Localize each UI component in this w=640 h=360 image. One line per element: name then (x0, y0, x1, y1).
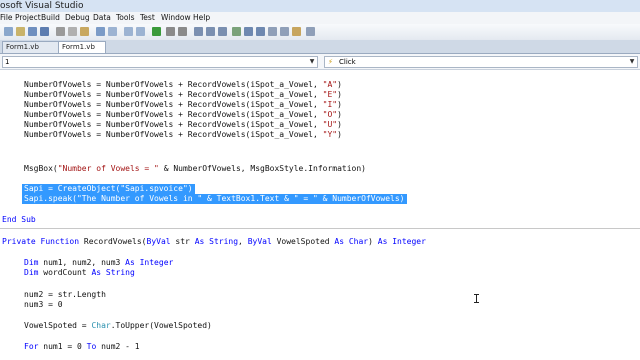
menu-build[interactable]: Build (41, 12, 60, 24)
selected-code-line: Sapi = CreateObject("Sapi.spvoice") (22, 184, 195, 194)
step-out-icon[interactable] (218, 27, 227, 36)
tab-form1-design[interactable]: Form1.vb [Design] (2, 41, 63, 62)
event-dropdown-value: Click (339, 58, 356, 66)
code-editor[interactable]: NumberOfVowels = NumberOfVowels + Record… (0, 70, 640, 360)
menu-file[interactable]: File (0, 12, 13, 24)
undo-icon[interactable] (96, 27, 105, 36)
code-line: num2 = str.Length (24, 290, 106, 299)
menu-bar: File Project Build Debug Data Tools Test… (0, 12, 640, 24)
code-line: End Sub (2, 215, 36, 224)
tab-form1-code[interactable]: Form1.vb (58, 41, 106, 53)
selected-code-line: Sapi.speak("The Number of Vowels in " & … (22, 194, 407, 204)
toolbar (0, 24, 640, 41)
object-browser-icon[interactable] (268, 27, 277, 36)
code-navigation-bar: 1 ▼ ⚡ Click ▼ (0, 54, 640, 70)
code-line: NumberOfVowels = NumberOfVowels + Record… (24, 80, 342, 89)
code-line: Private Function RecordVowels(ByVal str … (2, 237, 426, 246)
chevron-down-icon: ▼ (309, 58, 315, 65)
procedure-separator (0, 228, 640, 229)
toolbox-icon[interactable] (280, 27, 289, 36)
menu-window[interactable]: Window (161, 12, 191, 24)
start-debug-icon[interactable] (152, 27, 161, 36)
find-icon[interactable] (232, 27, 241, 36)
code-line: VowelSpoted = Char.ToUpper(VowelSpoted) (24, 321, 212, 330)
menu-data[interactable]: Data (93, 12, 111, 24)
solution-explorer-icon[interactable] (244, 27, 253, 36)
code-line: NumberOfVowels = NumberOfVowels + Record… (24, 110, 342, 119)
menu-test[interactable]: Test (140, 12, 155, 24)
code-line: NumberOfVowels = NumberOfVowels + Record… (24, 100, 342, 109)
code-line: Dim wordCount As String (24, 268, 135, 277)
step-over-icon[interactable] (206, 27, 215, 36)
text-cursor-icon (474, 294, 479, 303)
properties-icon[interactable] (256, 27, 265, 36)
navigate-forward-icon[interactable] (136, 27, 145, 36)
code-line: num3 = 0 (24, 300, 63, 309)
code-line: For num1 = 0 To num2 - 1 (24, 342, 140, 351)
menu-help[interactable]: Help (193, 12, 210, 24)
menu-tools[interactable]: Tools (116, 12, 134, 24)
cut-icon[interactable] (56, 27, 65, 36)
code-line: NumberOfVowels = NumberOfVowels + Record… (24, 130, 342, 139)
save-all-icon[interactable] (40, 27, 49, 36)
toolbar-options-icon[interactable] (306, 27, 315, 36)
save-icon[interactable] (28, 27, 37, 36)
navigate-back-icon[interactable] (124, 27, 133, 36)
code-line: NumberOfVowels = NumberOfVowels + Record… (24, 120, 342, 129)
object-dropdown-value: 1 (5, 58, 10, 66)
lightning-icon: ⚡ (328, 58, 333, 66)
code-line: MsgBox("Number of Vowels = " & NumberOfV… (24, 164, 366, 173)
code-line: Dim num1, num2, num3 As Integer (24, 258, 174, 267)
menu-debug[interactable]: Debug (65, 12, 90, 24)
pause-icon[interactable] (166, 27, 175, 36)
open-icon[interactable] (16, 27, 25, 36)
step-into-icon[interactable] (194, 27, 203, 36)
add-item-icon[interactable] (4, 27, 13, 36)
redo-icon[interactable] (108, 27, 117, 36)
menu-project[interactable]: Project (15, 12, 41, 24)
settings-icon[interactable] (292, 27, 301, 36)
document-tab-strip: Form1.vb [Design] Form1.vb (0, 40, 640, 62)
chevron-down-icon: ▼ (629, 58, 635, 65)
code-line: NumberOfVowels = NumberOfVowels + Record… (24, 90, 342, 99)
object-dropdown[interactable]: 1 ▼ (2, 56, 318, 68)
window-title: osoft Visual Studio (0, 1, 84, 11)
copy-icon[interactable] (68, 27, 77, 36)
paste-icon[interactable] (80, 27, 89, 36)
event-dropdown[interactable]: ⚡ Click ▼ (324, 56, 638, 68)
stop-icon[interactable] (178, 27, 187, 36)
